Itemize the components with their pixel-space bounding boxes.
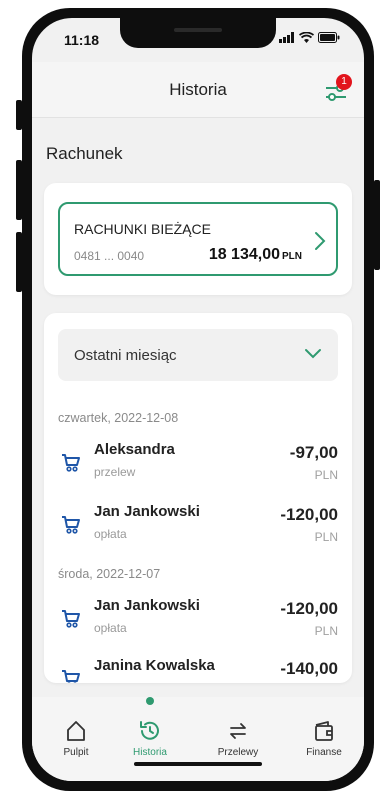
filter-badge: 1 — [336, 74, 352, 90]
side-button — [16, 100, 22, 130]
account-balance: 18 134,00 PLN — [209, 246, 302, 264]
transaction-type: opłata — [94, 621, 127, 635]
transaction-row[interactable]: Janina Kowalska -140,00 — [44, 655, 352, 683]
transaction-amount: -120,00 — [280, 505, 338, 524]
chevron-right-icon — [315, 232, 326, 250]
transaction-name: Jan Jankowski — [94, 597, 200, 614]
side-button — [16, 160, 22, 220]
transaction-currency: PLN — [314, 530, 338, 544]
section-title: Rachunek — [46, 144, 123, 163]
transaction-row[interactable]: Jan Jankowski opłata -120,00 PLN — [44, 595, 352, 649]
transaction-type: przelew — [94, 465, 136, 479]
nav-item-finanse[interactable]: Finanse — [294, 719, 354, 758]
transaction-type: opłata — [94, 527, 127, 541]
chevron-down-icon — [305, 349, 321, 359]
home-indicator — [134, 762, 262, 766]
account-card: RACHUNKI BIEŻĄCE 0481 ... 0040 18 134,00… — [44, 183, 352, 295]
history-icon — [140, 721, 159, 740]
bottom-nav: Pulpit Historia Przelewy Finanse — [32, 697, 364, 781]
page-title: Historia — [169, 80, 227, 99]
transaction-name: Aleksandra — [94, 441, 175, 458]
transaction-amount: -120,00 — [280, 599, 338, 618]
period-label: Ostatni miesiąc — [74, 347, 177, 364]
transaction-row[interactable]: Jan Jankowski opłata -120,00 PLN — [44, 501, 352, 555]
transaction-row[interactable]: Aleksandra przelew -97,00 PLN — [44, 439, 352, 493]
cart-icon — [62, 610, 80, 628]
history-card: Ostatni miesiąc czwartek, 2022-12-08 Ale… — [44, 313, 352, 683]
nav-label: Finanse — [306, 747, 342, 758]
signal-icon — [279, 32, 294, 43]
app-screen: 11:18 Historia 1 Rachunek RACHUNKI BIEŻĄ… — [32, 18, 364, 781]
transaction-amount: -140,00 — [280, 659, 338, 678]
transaction-currency: PLN — [314, 624, 338, 638]
nav-label: Historia — [133, 747, 167, 758]
wallet-icon — [315, 721, 333, 741]
account-currency: PLN — [282, 251, 302, 262]
nav-item-historia[interactable]: Historia — [120, 719, 180, 758]
filter-button[interactable]: 1 — [324, 74, 352, 104]
cart-icon — [62, 670, 80, 683]
date-label: czwartek, 2022-12-08 — [58, 411, 179, 425]
app-header: Historia 1 — [32, 62, 364, 118]
transaction-currency: PLN — [314, 468, 338, 482]
phone-frame: 11:18 Historia 1 Rachunek RACHUNKI BIEŻĄ… — [16, 8, 380, 791]
nav-item-pulpit[interactable]: Pulpit — [46, 719, 106, 758]
period-dropdown[interactable]: Ostatni miesiąc — [58, 329, 338, 381]
transaction-amount: -97,00 — [289, 443, 338, 462]
wifi-icon — [299, 32, 314, 43]
side-button — [16, 232, 22, 292]
transaction-name: Janina Kowalska — [94, 657, 215, 674]
nav-label: Przelewy — [217, 747, 259, 758]
account-selector[interactable]: RACHUNKI BIEŻĄCE 0481 ... 0040 18 134,00… — [58, 202, 338, 276]
account-number: 0481 ... 0040 — [74, 249, 145, 263]
battery-icon — [318, 32, 340, 43]
status-time: 11:18 — [64, 32, 100, 48]
account-balance-value: 18 134,00 — [208, 246, 280, 263]
account-name: RACHUNKI BIEŻĄCE — [74, 221, 211, 237]
transaction-name: Jan Jankowski — [94, 503, 200, 520]
cart-icon — [62, 454, 80, 472]
cart-icon — [62, 516, 80, 534]
transfer-icon — [230, 723, 246, 739]
side-button — [374, 180, 380, 270]
notch — [120, 18, 276, 48]
active-indicator — [146, 697, 154, 705]
home-icon — [67, 721, 85, 741]
nav-label: Pulpit — [63, 747, 89, 758]
date-label: środa, 2022-12-07 — [58, 567, 161, 581]
nav-item-przelewy[interactable]: Przelewy — [208, 719, 268, 758]
